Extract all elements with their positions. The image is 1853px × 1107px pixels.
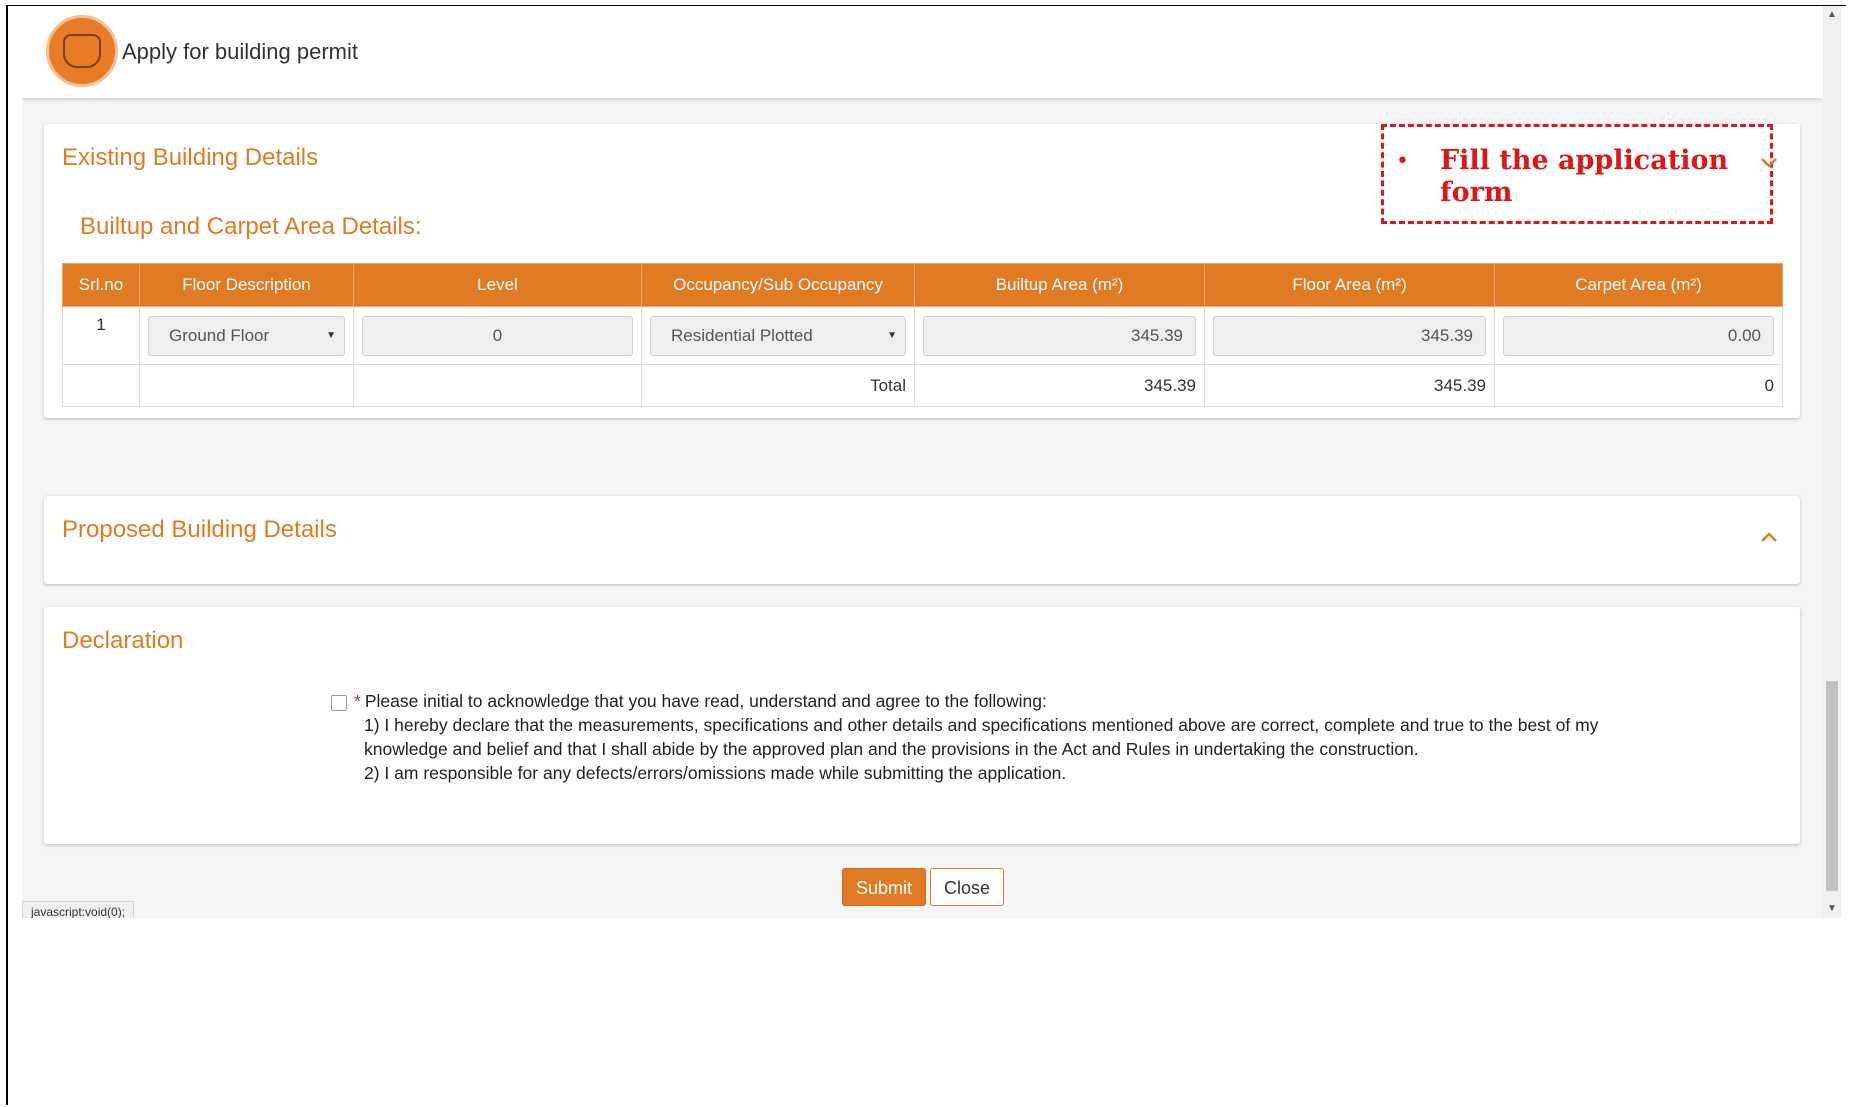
table-total-row: Total 345.39 345.39 0 — [62, 364, 1783, 407]
builtup-area-input[interactable]: 345.39 — [923, 315, 1196, 356]
carpet-area-input[interactable]: 0.00 — [1503, 315, 1774, 356]
area-details-table: Srl.no Floor Description Level Occupancy… — [62, 263, 1783, 407]
occupancy-value: Residential Plotted — [671, 325, 813, 345]
app-header: Apply for building permit — [22, 6, 1822, 98]
declaration-card: Declaration * Please initial to acknowled… — [44, 607, 1800, 844]
required-mark: * — [354, 691, 361, 711]
instruction-callout: • Fill the application form — [1381, 124, 1773, 224]
col-floor-description: Floor Description — [139, 263, 354, 307]
scroll-down-icon[interactable]: ▼ — [1822, 900, 1842, 918]
existing-building-card: Existing Building Details Builtup and Ca… — [44, 124, 1800, 418]
scroll-thumb[interactable] — [1826, 681, 1838, 891]
scroll-up-icon[interactable]: ▲ — [1822, 6, 1842, 24]
browser-viewport: Apply for building permit Existing Build… — [22, 6, 1822, 918]
proposed-building-card[interactable]: Proposed Building Details — [44, 496, 1800, 584]
col-level: Level — [353, 263, 642, 307]
level-input[interactable]: 0 — [362, 315, 633, 356]
chevron-down-icon[interactable] — [1760, 154, 1778, 172]
emblem-icon — [63, 34, 101, 68]
declaration-intro-line: * Please initial to acknowledge that you … — [354, 689, 1654, 713]
table-row: 1 Ground Floor ▼ 0 Residential Plotted ▼… — [62, 306, 1783, 365]
occupancy-select[interactable]: Residential Plotted ▼ — [650, 315, 906, 356]
floor-area-cell: 345.39 — [1204, 306, 1495, 365]
empty-cell — [353, 364, 642, 407]
table-header-row: Srl.no Floor Description Level Occupancy… — [62, 263, 1783, 307]
declaration-checkbox[interactable] — [331, 695, 347, 711]
col-occupancy: Occupancy/Sub Occupancy — [641, 263, 915, 307]
declaration-item-2: 2) I am responsible for any defects/erro… — [364, 763, 1067, 783]
level-cell: 0 — [353, 306, 642, 365]
builtup-area-cell: 345.39 — [914, 306, 1205, 365]
empty-cell — [62, 364, 140, 407]
empty-cell — [139, 364, 354, 407]
close-button[interactable]: Close — [930, 868, 1004, 906]
declaration-title: Declaration — [62, 627, 184, 654]
builtup-carpet-subtitle: Builtup and Carpet Area Details: — [80, 213, 422, 240]
floor-description-cell: Ground Floor ▼ — [139, 306, 354, 365]
col-builtup-area: Builtup Area (m²) — [914, 263, 1205, 307]
status-bar-url: javascript:void(0); — [22, 901, 135, 918]
declaration-text: * Please initial to acknowledge that you … — [354, 689, 1654, 785]
col-floor-area: Floor Area (m²) — [1204, 263, 1495, 307]
col-carpet-area: Carpet Area (m²) — [1494, 263, 1783, 307]
total-builtup: 345.39 — [914, 364, 1205, 407]
floor-area-input[interactable]: 345.39 — [1213, 315, 1486, 356]
col-srl: Srl.no — [62, 263, 140, 307]
existing-building-title: Existing Building Details — [62, 144, 319, 171]
vertical-scrollbar[interactable]: ▲ ▼ — [1822, 6, 1842, 918]
declaration-intro: Please initial to acknowledge that you h… — [364, 691, 1047, 711]
caret-down-icon: ▼ — [887, 329, 897, 341]
chevron-up-icon[interactable] — [1760, 528, 1778, 546]
emblem-logo — [46, 15, 118, 87]
floor-description-value: Ground Floor — [169, 325, 270, 345]
caret-down-icon: ▼ — [326, 329, 336, 341]
carpet-area-cell: 0.00 — [1494, 306, 1783, 365]
total-label: Total — [641, 364, 915, 407]
total-floor-area: 345.39 — [1204, 364, 1495, 407]
total-carpet: 0 — [1494, 364, 1783, 407]
floor-description-select[interactable]: Ground Floor ▼ — [148, 315, 345, 356]
callout-bullet: • — [1396, 149, 1409, 174]
callout-text: Fill the application form — [1440, 145, 1729, 208]
declaration-item-1: 1) I hereby declare that the measurement… — [364, 715, 1599, 759]
occupancy-cell: Residential Plotted ▼ — [641, 306, 915, 365]
submit-button[interactable]: Submit — [842, 868, 926, 906]
proposed-building-title: Proposed Building Details — [62, 516, 337, 543]
srl-cell: 1 — [62, 306, 140, 365]
page-title: Apply for building permit — [122, 39, 359, 64]
